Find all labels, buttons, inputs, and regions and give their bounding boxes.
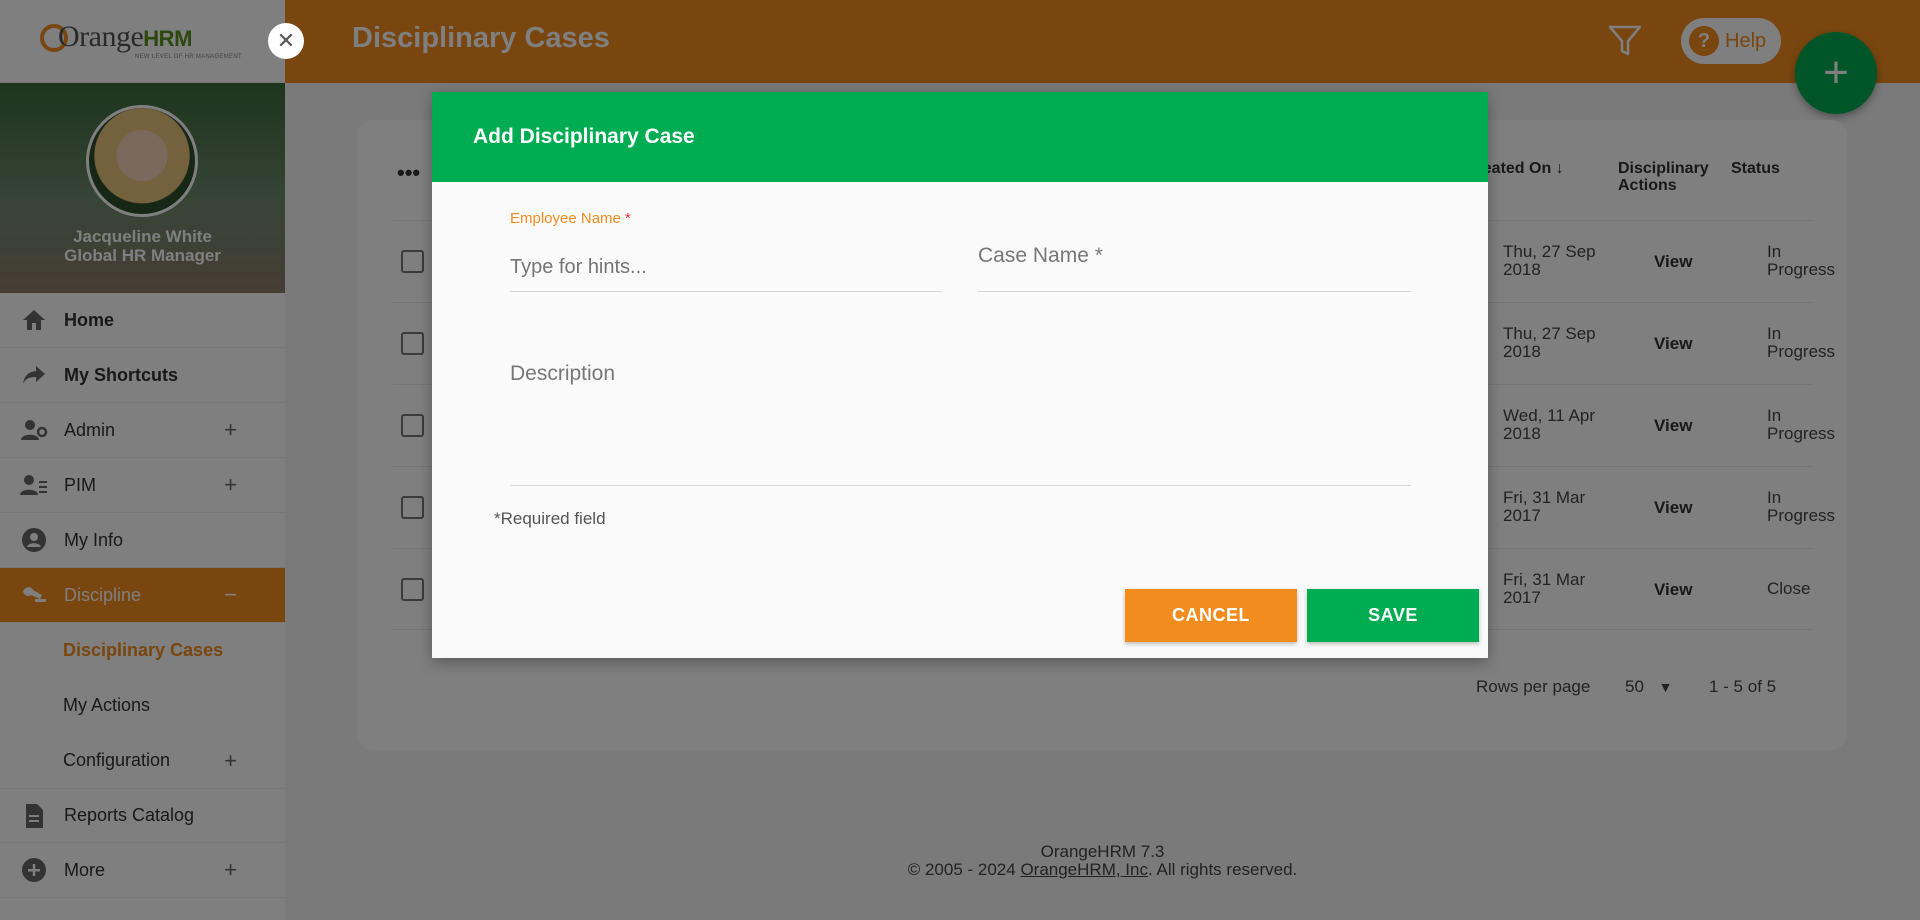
description-underline	[510, 485, 1411, 486]
required-star: *	[1094, 244, 1103, 267]
required-field-note: *Required field	[494, 509, 606, 529]
required-star: *	[624, 210, 631, 227]
add-disciplinary-case-dialog: Add Disciplinary Case Employee Name* Cas…	[432, 92, 1488, 658]
description-field[interactable]: Description	[510, 362, 615, 386]
case-name-underline	[978, 291, 1411, 292]
employee-name-underline	[510, 291, 941, 292]
employee-name-label: Employee Name *	[510, 210, 631, 227]
close-icon: ✕	[276, 28, 296, 53]
case-name-label: Case Name	[978, 244, 1089, 267]
employee-name-label-text: Employee Name	[510, 210, 621, 227]
close-sidebar-button[interactable]: ✕	[268, 23, 304, 59]
required-star: *	[494, 509, 501, 528]
employee-name-input[interactable]	[510, 242, 940, 292]
save-button[interactable]: SAVE	[1307, 589, 1479, 642]
cancel-button[interactable]: CANCEL	[1125, 589, 1297, 642]
required-note-text: Required field	[500, 509, 606, 528]
case-name-field[interactable]: Case Name *	[978, 244, 1103, 268]
dialog-title: Add Disciplinary Case	[432, 92, 1488, 182]
